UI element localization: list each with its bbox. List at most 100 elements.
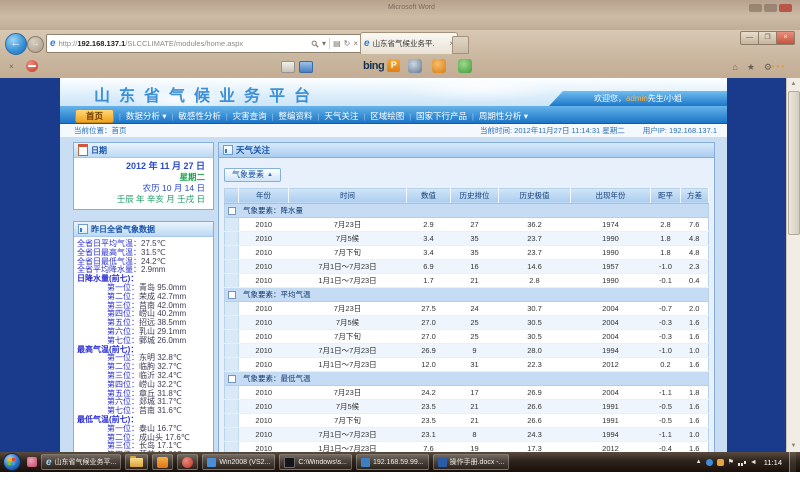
- browser-tab[interactable]: e 山东省气候业务平... ×: [360, 32, 458, 54]
- minimize-button[interactable]: —: [740, 31, 759, 45]
- refresh-icon[interactable]: ↻: [344, 39, 351, 48]
- hidden-icons-arrow[interactable]: ▲: [696, 459, 702, 465]
- element-filter-button[interactable]: 气象要素 ▲: [224, 168, 281, 182]
- nav-separator: |: [119, 114, 121, 121]
- nav-item-0[interactable]: 首页: [75, 109, 114, 123]
- search-dropdown-icon[interactable]: ▾: [322, 39, 326, 48]
- taskbar-ie-button[interactable]: e 山东省气候业务平...: [41, 454, 121, 470]
- table-cell: -1.0: [651, 259, 681, 273]
- taskbar-window-button-3[interactable]: 操作手册.docx -...: [433, 454, 510, 470]
- taskbar-window-button-1[interactable]: C:\Windows\s...: [279, 454, 352, 470]
- vertical-scrollbar[interactable]: ▲ ▼: [786, 78, 800, 452]
- table-row[interactable]: 20107月1日～7月23日23.1824.31994-1.11.0: [225, 427, 709, 441]
- tray-yellow-icon[interactable]: [717, 459, 724, 466]
- table-row[interactable]: 20107月下旬23.52126.61991-0.51.6: [225, 413, 709, 427]
- toolbar-card-icon[interactable]: [281, 61, 295, 73]
- calendar-icon: [78, 144, 88, 156]
- search-icon[interactable]: [311, 40, 319, 48]
- nav-item-4[interactable]: 整编资料: [279, 111, 313, 121]
- chart-icon: [78, 224, 88, 234]
- network-icon[interactable]: [738, 458, 746, 466]
- table-cell: 1.0: [681, 427, 709, 441]
- group-checkbox[interactable]: [228, 375, 236, 383]
- scrollbar-thumb[interactable]: [788, 91, 800, 235]
- nav-item-5[interactable]: 天气关注: [324, 111, 358, 121]
- table-row[interactable]: 20107月5候3.43523.719901.84.8: [225, 231, 709, 245]
- group-checkbox[interactable]: [228, 207, 236, 215]
- group-row[interactable]: 气象要素：平均气温: [225, 287, 709, 301]
- table-cell: 21: [451, 413, 499, 427]
- taskbar-explorer-button[interactable]: [125, 454, 148, 470]
- table-row[interactable]: 20101月1日～7月23日7.61917.32012-0.41.6: [225, 441, 709, 452]
- table-cell: 2010: [239, 259, 289, 273]
- toolbar-mail-icon[interactable]: [299, 61, 313, 73]
- address-bar[interactable]: e http://192.168.137.1/SLCCLIMATE/module…: [46, 34, 362, 53]
- nav-item-6[interactable]: 区域绘图: [370, 111, 404, 121]
- compatibility-icon[interactable]: ▤: [333, 39, 341, 48]
- back-button[interactable]: ←: [5, 33, 27, 55]
- nav-item-2[interactable]: 敏感性分析: [178, 111, 221, 121]
- forward-button[interactable]: →: [27, 36, 44, 53]
- volume-icon[interactable]: ◄: [750, 459, 757, 466]
- table-row[interactable]: 20101月1日～7月23日1.7212.81990-0.10.4: [225, 273, 709, 287]
- table-cell: 14.6: [499, 259, 571, 273]
- action-center-flag-icon[interactable]: ⚑: [728, 458, 734, 466]
- bing-search-icon[interactable]: P: [387, 59, 400, 72]
- table-cell: 1.6: [681, 329, 709, 343]
- table-row[interactable]: 20107月下旬27.02530.52004-0.31.6: [225, 329, 709, 343]
- taskbar-window-button-2[interactable]: 192.168.59.99...: [356, 454, 429, 470]
- close-button[interactable]: ×: [777, 31, 795, 45]
- weekday: 星期二: [78, 172, 205, 183]
- group-checkbox[interactable]: [228, 291, 236, 299]
- new-tab-button[interactable]: [452, 36, 469, 54]
- table-row[interactable]: 20107月5候27.02530.52004-0.31.6: [225, 315, 709, 329]
- row-checkbox-cell: [225, 259, 239, 273]
- taskbar-app-orange[interactable]: [152, 454, 173, 470]
- table-cell: 27.5: [407, 301, 451, 315]
- table-cell: 26.6: [499, 413, 571, 427]
- toolbar-camera-icon[interactable]: [408, 59, 422, 73]
- table-cell: 2.8: [651, 217, 681, 231]
- scroll-down-icon[interactable]: ▼: [787, 440, 800, 452]
- start-button[interactable]: [3, 453, 21, 471]
- group-row[interactable]: 气象要素：最低气温: [225, 371, 709, 385]
- toolbar-logo-icon[interactable]: [26, 60, 38, 72]
- group-row[interactable]: 气象要素：降水量: [225, 203, 709, 217]
- table-cell: 1990: [571, 245, 651, 259]
- table-cell: 26.9: [407, 343, 451, 357]
- taskbar-app-red[interactable]: [177, 454, 198, 470]
- table-row[interactable]: 20107月23日27.52430.72004-0.72.0: [225, 301, 709, 315]
- table-cell: 2010: [239, 343, 289, 357]
- table-row[interactable]: 20107月5候23.52126.61991-0.51.6: [225, 399, 709, 413]
- tray-blue-icon[interactable]: [706, 459, 713, 466]
- table-cell: 2010: [239, 231, 289, 245]
- taskbar-small-icon[interactable]: [27, 457, 37, 467]
- table-cell: -1.0: [651, 343, 681, 357]
- tray-clock[interactable]: 11:14: [764, 458, 782, 467]
- table-row[interactable]: 20107月23日2.92736.219742.87.6: [225, 217, 709, 231]
- table-row[interactable]: 20107月1日～7月23日26.9928.01994-1.01.0: [225, 343, 709, 357]
- table-row[interactable]: 20101月1日～7月23日12.03122.320120.21.6: [225, 357, 709, 371]
- toolbar-more-icon[interactable]: •••: [772, 62, 786, 71]
- scroll-up-icon[interactable]: ▲: [787, 78, 800, 90]
- table-row[interactable]: 20107月下旬3.43523.719901.84.8: [225, 245, 709, 259]
- show-desktop-button[interactable]: [789, 452, 796, 472]
- taskbar-window-button-0[interactable]: Win2008 (VS2...: [202, 454, 275, 470]
- bing-logo[interactable]: bing P: [363, 59, 400, 72]
- nav-item-7[interactable]: 国家下行产品: [416, 111, 467, 121]
- table-cell: 2010: [239, 357, 289, 371]
- nav-item-8[interactable]: 周期性分析 ▾: [479, 111, 528, 121]
- table-cell: 6.9: [407, 259, 451, 273]
- toolbar-people-icon[interactable]: [458, 59, 472, 73]
- nav-item-1[interactable]: 数据分析 ▾: [126, 111, 167, 121]
- table-row[interactable]: 20107月1日～7月23日6.91614.61957-1.02.3: [225, 259, 709, 273]
- table-cell: 2012: [571, 357, 651, 371]
- toolbar-close-icon[interactable]: ×: [9, 62, 14, 71]
- maximize-button[interactable]: ❐: [759, 31, 777, 45]
- nav-item-3[interactable]: 灾害查询: [233, 111, 267, 121]
- toolbar-pet-icon[interactable]: [432, 59, 446, 73]
- table-row[interactable]: 20107月23日24.21726.92004-1.11.8: [225, 385, 709, 399]
- stop-icon[interactable]: ×: [353, 39, 358, 48]
- table-cell: 2010: [239, 315, 289, 329]
- table-cell: 2010: [239, 385, 289, 399]
